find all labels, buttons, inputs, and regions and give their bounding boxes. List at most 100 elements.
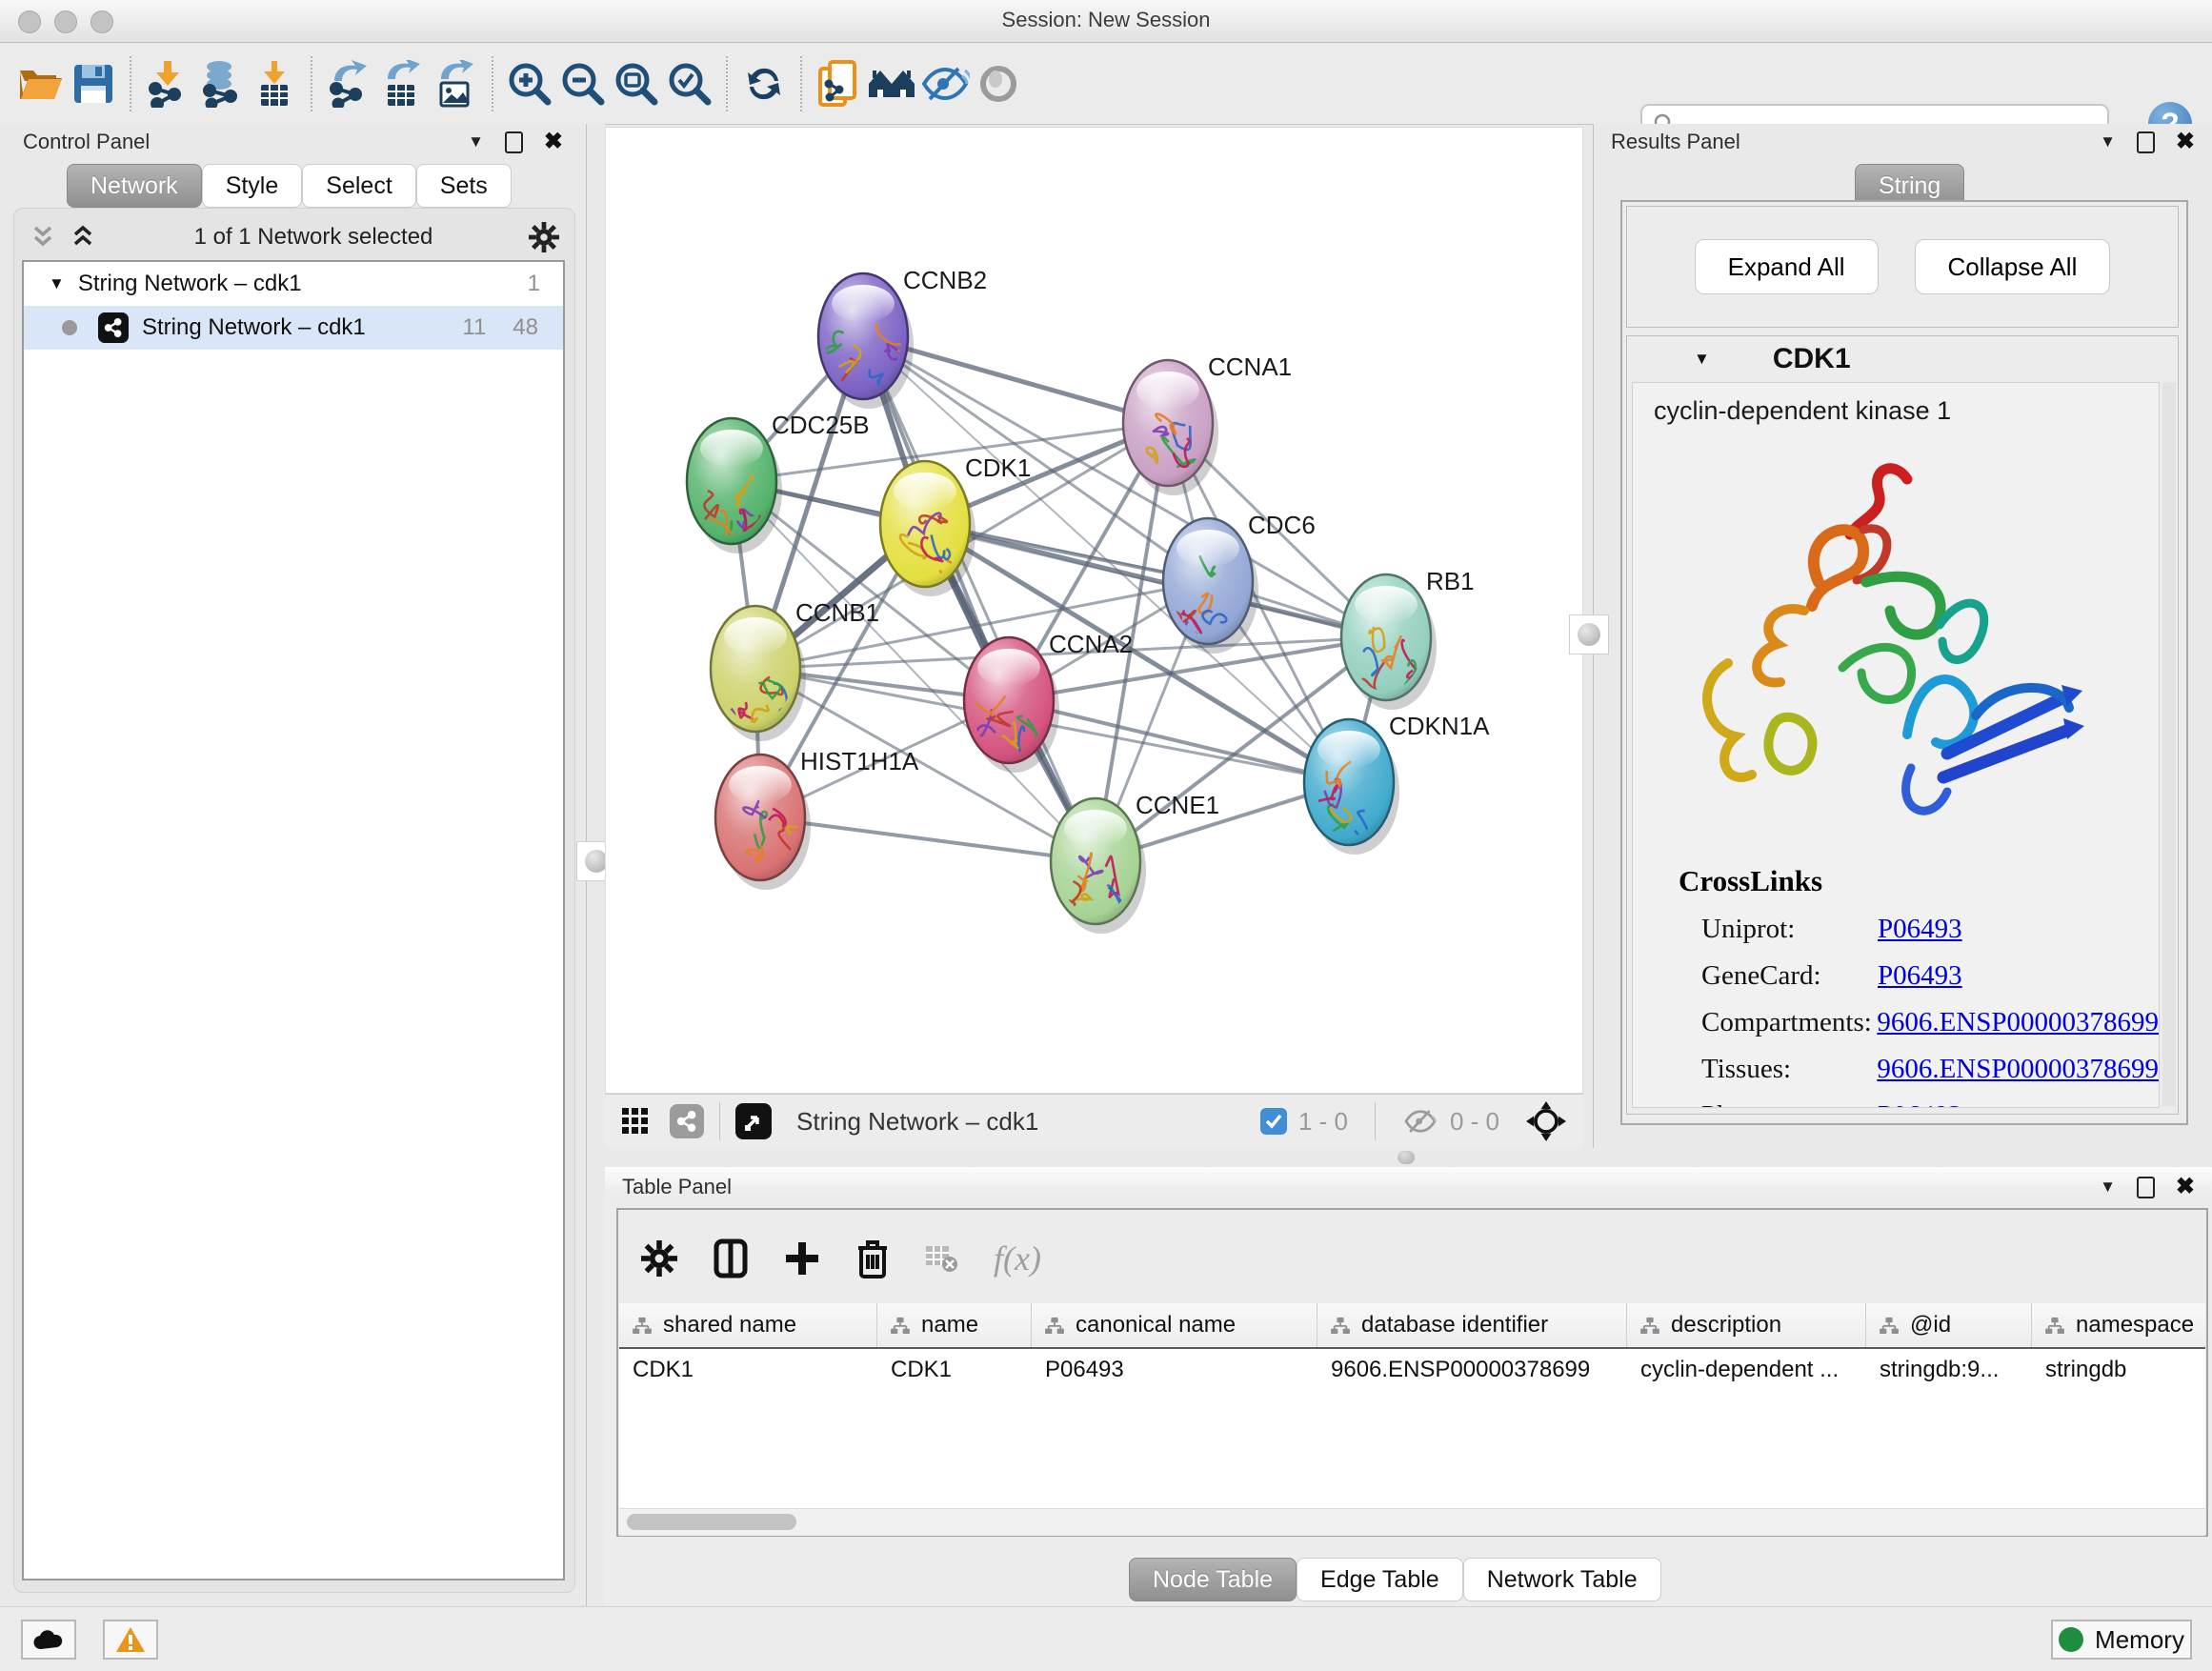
section-disclosure-icon[interactable]: ▼ xyxy=(1694,350,1710,369)
panel-close-icon[interactable]: ✖ xyxy=(544,131,563,153)
node-section-header[interactable]: ▼ CDK1 xyxy=(1627,336,2178,382)
table-cell[interactable]: 9606.ENSP00000378699 xyxy=(1317,1349,1627,1383)
panel-close-icon[interactable]: ✖ xyxy=(2176,1176,2195,1198)
node-HIST1H1A[interactable]: HIST1H1A xyxy=(715,747,919,890)
node-CCNB1[interactable]: CCNB1 xyxy=(711,598,879,743)
table-tab-edge-table[interactable]: Edge Table xyxy=(1297,1558,1463,1601)
network-type-icon xyxy=(98,312,129,343)
panel-float-icon[interactable] xyxy=(2137,131,2155,153)
cloud-status-button[interactable] xyxy=(21,1620,76,1660)
import-table-button[interactable] xyxy=(248,57,301,111)
table-cell[interactable]: CDK1 xyxy=(877,1349,1032,1383)
panel-collapse-icon[interactable]: ▼ xyxy=(2100,132,2116,151)
hide-unhide-button[interactable] xyxy=(918,57,972,111)
column-header-namespace[interactable]: namespace xyxy=(2032,1303,2205,1347)
panel-close-icon[interactable]: ✖ xyxy=(2176,131,2195,153)
crosslink-link[interactable]: 9606.ENSP00000378699 xyxy=(1877,1007,2159,1038)
table-header-row: shared namenamecanonical namedatabase id… xyxy=(619,1303,2205,1349)
import-network-file-button[interactable] xyxy=(141,57,194,111)
horizontal-splitter[interactable] xyxy=(605,1148,2212,1167)
node-CCNE1[interactable]: CCNE1 xyxy=(1051,791,1219,934)
save-session-button[interactable] xyxy=(67,57,120,111)
memory-button[interactable]: Memory xyxy=(2051,1620,2192,1660)
table-cell[interactable]: cyclin-dependent ... xyxy=(1627,1349,1866,1383)
edge-CCNA2-CDKN1A[interactable] xyxy=(1009,700,1349,782)
export-image-button[interactable] xyxy=(429,57,482,111)
crosslink-link[interactable]: 9606.ENSP00000378699 xyxy=(1877,1054,2159,1085)
scrollbar-thumb[interactable] xyxy=(627,1514,796,1530)
collection-disclosure-icon[interactable]: ▼ xyxy=(49,274,65,293)
selected-nodes-checkbox[interactable] xyxy=(1260,1108,1287,1135)
network-share-icon[interactable] xyxy=(670,1104,704,1138)
node-CCNA2[interactable]: CCNA2 xyxy=(964,630,1133,773)
column-header-name[interactable]: name xyxy=(877,1303,1032,1347)
crosslink-link[interactable]: P06493 xyxy=(1878,960,1962,992)
table-cell[interactable]: stringdb xyxy=(2032,1349,2205,1383)
splitter-knob[interactable] xyxy=(1569,614,1609,654)
table-options-gear-icon[interactable] xyxy=(641,1240,677,1277)
export-table-button[interactable] xyxy=(375,57,429,111)
column-header-canonical-name[interactable]: canonical name xyxy=(1032,1303,1317,1347)
grid-view-icon[interactable] xyxy=(622,1108,649,1135)
network-graph[interactable]: CCNB2CCNA1CDC25BCDK1CDC6RB1CCNB1CCNA2CDK… xyxy=(606,128,1582,1093)
table-tab-network-table[interactable]: Network Table xyxy=(1463,1558,1661,1601)
table-horizontal-scrollbar[interactable] xyxy=(619,1508,2205,1536)
table-tab-node-table[interactable]: Node Table xyxy=(1129,1558,1297,1601)
vertical-splitter-left[interactable] xyxy=(587,124,605,1606)
splitter-knob[interactable] xyxy=(1398,1151,1415,1164)
panel-collapse-icon[interactable]: ▼ xyxy=(2100,1178,2116,1197)
network-options-gear-icon[interactable] xyxy=(529,222,559,252)
node-RB1[interactable]: RB1 xyxy=(1341,567,1475,710)
results-panel: Results Panel ▼ ✖ String Expand All Coll… xyxy=(1593,124,2212,1148)
panel-float-icon[interactable] xyxy=(2137,1177,2155,1198)
network-canvas[interactable]: CCNB2CCNA1CDC25BCDK1CDC6RB1CCNB1CCNA2CDK… xyxy=(605,127,1583,1094)
table-cell[interactable]: P06493 xyxy=(1032,1349,1317,1383)
zoom-out-button[interactable] xyxy=(556,57,610,111)
crosslink-link[interactable]: P06493 xyxy=(1878,1100,1962,1108)
control-tab-sets[interactable]: Sets xyxy=(416,164,512,208)
table-tabs: Node TableEdge TableNetwork Table xyxy=(1129,1558,1661,1601)
collection-count: 1 xyxy=(528,271,540,297)
expand-all-button[interactable]: Expand All xyxy=(1695,239,1879,294)
control-tab-select[interactable]: Select xyxy=(302,164,415,208)
column-header-description[interactable]: description xyxy=(1627,1303,1866,1347)
column-header-shared-name[interactable]: shared name xyxy=(619,1303,877,1347)
refresh-button[interactable] xyxy=(737,57,791,111)
column-header-database-identifier[interactable]: database identifier xyxy=(1317,1303,1627,1347)
clone-network-button[interactable] xyxy=(812,57,865,111)
zoom-fit-button[interactable] xyxy=(610,57,663,111)
collapse-all-icon[interactable] xyxy=(30,225,58,250)
edge-CCNB2-CCNE1[interactable] xyxy=(863,336,1096,861)
node-CDC25B[interactable]: CDC25B xyxy=(687,411,870,554)
column-header-id[interactable]: @id xyxy=(1866,1303,2032,1347)
zoom-selected-button[interactable] xyxy=(663,57,716,111)
results-scrollbar[interactable] xyxy=(2162,382,2176,1106)
panel-collapse-icon[interactable]: ▼ xyxy=(468,132,484,151)
crosslink-link[interactable]: P06493 xyxy=(1878,914,1962,945)
delete-column-icon[interactable] xyxy=(856,1238,889,1278)
export-network-button[interactable] xyxy=(322,57,375,111)
node-CCNA1[interactable]: CCNA1 xyxy=(1123,352,1292,495)
table-cell[interactable]: stringdb:9... xyxy=(1866,1349,2032,1383)
node-CCNB2[interactable]: CCNB2 xyxy=(818,266,987,409)
control-tab-style[interactable]: Style xyxy=(202,164,303,208)
network-collection-row[interactable]: ▼ String Network – cdk1 1 xyxy=(24,262,563,306)
fit-selection-crosshair-icon[interactable] xyxy=(1526,1101,1566,1141)
zoom-in-button[interactable] xyxy=(503,57,556,111)
import-network-database-button[interactable] xyxy=(194,57,248,111)
navigator-icon[interactable] xyxy=(735,1103,772,1139)
function-builder-button[interactable]: f(x) xyxy=(994,1238,1041,1278)
table-row[interactable]: CDK1CDK1P064939606.ENSP00000378699cyclin… xyxy=(619,1349,2205,1383)
show-columns-icon[interactable] xyxy=(714,1238,748,1278)
warnings-button[interactable] xyxy=(103,1620,158,1660)
panel-float-icon[interactable] xyxy=(505,131,523,153)
expand-all-icon[interactable] xyxy=(70,225,98,250)
open-session-button[interactable] xyxy=(13,57,67,111)
control-tab-network[interactable]: Network xyxy=(67,164,202,208)
home-string-button[interactable] xyxy=(865,57,918,111)
network-row[interactable]: String Network – cdk1 11 48 xyxy=(24,306,563,350)
table-cell[interactable]: CDK1 xyxy=(619,1349,877,1383)
collapse-all-button[interactable]: Collapse All xyxy=(1915,239,2111,294)
add-column-icon[interactable] xyxy=(784,1240,820,1277)
node-CDKN1A[interactable]: CDKN1A xyxy=(1304,712,1490,855)
